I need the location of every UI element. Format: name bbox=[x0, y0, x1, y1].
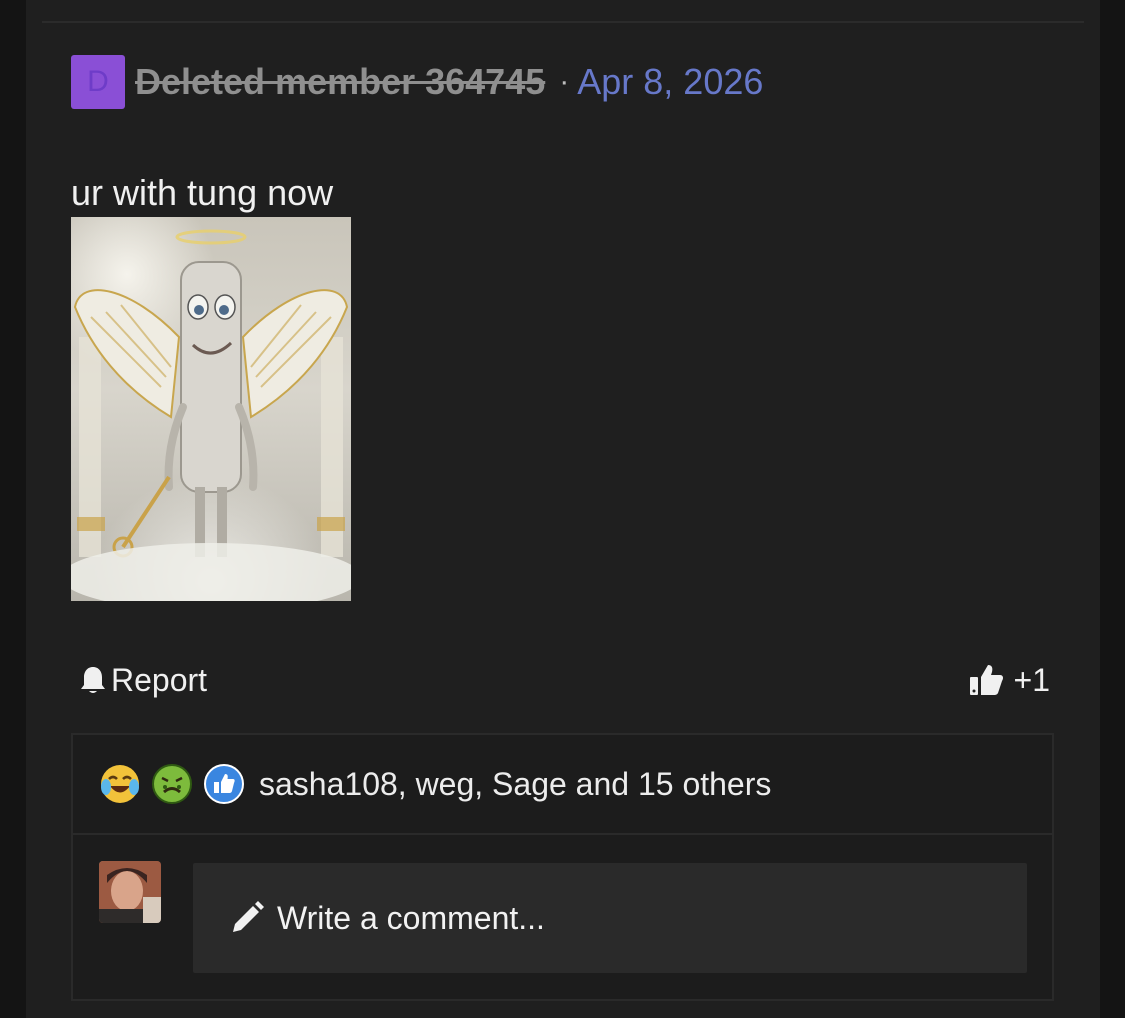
comment-composer: Write a comment... bbox=[73, 835, 1052, 1001]
author-avatar-letter: D bbox=[87, 65, 109, 98]
like-button[interactable]: +1 bbox=[968, 662, 1050, 699]
post-actions: Report +1 bbox=[79, 660, 1050, 700]
laughing-crying-icon bbox=[101, 765, 139, 803]
author-avatar[interactable]: D bbox=[71, 55, 125, 109]
reactions-and-comments: sasha108, weg, Sage and 15 others Write … bbox=[71, 733, 1054, 1001]
thumbs-up-icon bbox=[969, 665, 1003, 695]
meta-separator: · bbox=[559, 65, 570, 98]
reactions-summary[interactable]: sasha108, weg, Sage and 15 others bbox=[73, 735, 1052, 835]
post-card: D Deleted member 364745 · Apr 8, 2026 ur… bbox=[26, 0, 1100, 1018]
nauseated-face-icon bbox=[152, 764, 192, 804]
pencil-icon bbox=[233, 901, 264, 932]
post-image[interactable] bbox=[71, 217, 351, 601]
post-body-text: ur with tung now bbox=[71, 172, 334, 213]
angel-figure-illustration bbox=[71, 229, 351, 601]
reactors-list[interactable]: sasha108, weg, Sage and 15 others bbox=[259, 766, 771, 803]
bell-icon bbox=[81, 667, 105, 693]
comment-input[interactable]: Write a comment... bbox=[193, 863, 1027, 973]
author-name[interactable]: Deleted member 364745 bbox=[135, 61, 545, 103]
like-count: +1 bbox=[1013, 661, 1050, 698]
comment-placeholder: Write a comment... bbox=[277, 899, 545, 936]
thumbs-up-badge-icon bbox=[204, 764, 244, 804]
post-date-link[interactable]: Apr 8, 2026 bbox=[577, 61, 763, 103]
report-label: Report bbox=[111, 661, 208, 698]
current-user-avatar[interactable] bbox=[99, 861, 161, 923]
user-photo bbox=[99, 861, 161, 923]
post-header: D Deleted member 364745 · Apr 8, 2026 bbox=[71, 55, 763, 109]
divider bbox=[42, 21, 1084, 23]
report-button[interactable]: Report bbox=[79, 662, 207, 699]
